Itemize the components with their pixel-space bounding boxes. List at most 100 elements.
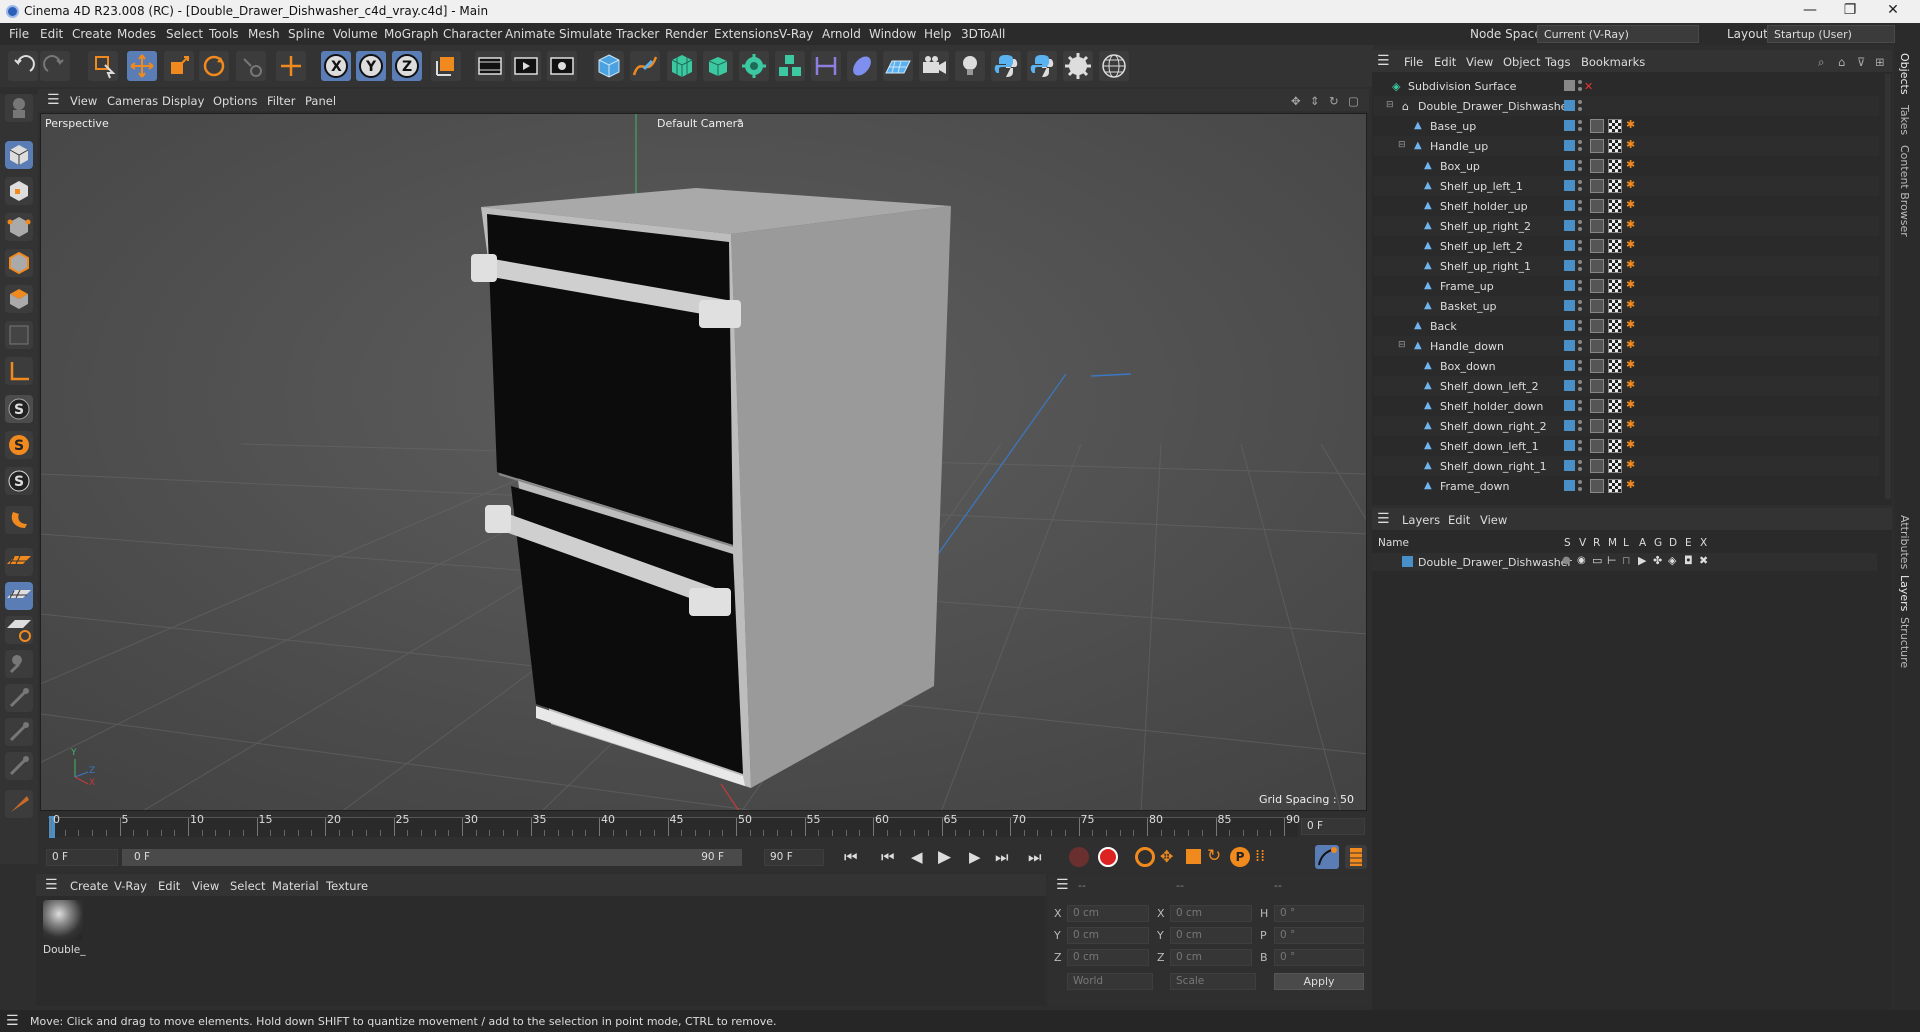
object-row[interactable]: ▲ Frame_down ✱ (1374, 476, 1879, 496)
menu-modes[interactable]: Modes (117, 27, 156, 41)
material-tag-icon[interactable] (1590, 419, 1604, 433)
layer-color-icon[interactable] (1564, 480, 1575, 491)
object-name[interactable]: Frame_down (1440, 480, 1509, 493)
editor-visibility-icon[interactable] (1578, 340, 1582, 344)
smooth-brush-icon[interactable] (5, 752, 33, 780)
object-row[interactable]: ▲ Shelf_holder_up ✱ (1374, 196, 1879, 216)
material-menu-icon[interactable]: ☰ (45, 877, 58, 893)
object-row[interactable]: ▲ Shelf_down_right_2 ✱ (1374, 416, 1879, 436)
texture-tag-icon[interactable] (1608, 159, 1622, 173)
object-search-icon[interactable]: ⌕ (1818, 55, 1824, 70)
subdivision-surface-icon[interactable] (667, 51, 697, 81)
motion-path-icon[interactable] (1315, 845, 1339, 869)
object-name[interactable]: Box_down (1440, 360, 1496, 373)
key-position-icon[interactable]: ✥ (1160, 847, 1173, 866)
object-row[interactable]: ▲ Shelf_holder_down ✱ (1374, 396, 1879, 416)
vray-tag-icon[interactable]: ✱ (1626, 238, 1635, 251)
object-name[interactable]: Shelf_down_right_1 (1440, 460, 1547, 473)
camera-link-icon[interactable]: ⚭ (736, 117, 744, 127)
vray-tag-icon[interactable]: ✱ (1626, 458, 1635, 471)
object-name[interactable]: Handle_down (1430, 340, 1504, 353)
expand-toggle-icon[interactable]: ⊟ (1386, 100, 1394, 110)
material-tag-icon[interactable] (1590, 339, 1604, 353)
editor-visibility-icon[interactable] (1578, 180, 1582, 184)
vray-tag-icon[interactable]: ✱ (1626, 198, 1635, 211)
menu-file[interactable]: File (9, 27, 29, 41)
timeline-settings-icon[interactable] (1345, 845, 1367, 869)
object-menu-edit[interactable]: Edit (1434, 55, 1456, 69)
layer-deformers-icon[interactable]: ◈ (1668, 554, 1676, 567)
object-row[interactable]: ▲ Shelf_down_left_2 ✱ (1374, 376, 1879, 396)
material-menu-edit[interactable]: Edit (158, 879, 180, 893)
vray-tag-icon[interactable]: ✱ (1626, 438, 1635, 451)
material-menu-select[interactable]: Select (230, 879, 265, 893)
texture-tag-icon[interactable] (1608, 279, 1622, 293)
previous-key-icon[interactable]: ⏮ (881, 848, 895, 866)
vray-tag-icon[interactable]: ✱ (1626, 118, 1635, 131)
menu-help[interactable]: Help (924, 27, 951, 41)
viewport-menu-panel[interactable]: Panel (305, 94, 336, 108)
material-tag-icon[interactable] (1590, 299, 1604, 313)
menu-edit[interactable]: Edit (40, 27, 63, 41)
light-object-icon[interactable] (955, 51, 985, 81)
knife-icon[interactable] (5, 790, 33, 818)
layer-row[interactable]: Double_Drawer_Dishwasher ● ◉ ▭ ⊢ ⊓ ▶ ✤ ◈… (1372, 553, 1877, 571)
material-tag-icon[interactable] (1590, 159, 1604, 173)
menu-vray[interactable]: V-Ray (779, 27, 813, 41)
object-name[interactable]: Basket_up (1440, 300, 1497, 313)
object-row[interactable]: ⊟ ▲ Handle_down ✱ (1374, 336, 1879, 356)
key-rotation-icon[interactable]: ↻ (1207, 846, 1221, 866)
scale-model-icon[interactable] (236, 51, 266, 81)
viewport-menu-icon[interactable]: ☰ (47, 92, 60, 108)
workplane-snap-icon[interactable]: S (5, 467, 33, 495)
material-tag-icon[interactable] (1590, 379, 1604, 393)
array-icon[interactable] (775, 51, 805, 81)
size-z-field[interactable]: 0 cm (1170, 949, 1252, 966)
object-name[interactable]: Double_Drawer_Dishwasher (1418, 100, 1572, 113)
render-visibility-icon[interactable] (1578, 267, 1582, 271)
editor-visibility-icon[interactable] (1578, 300, 1582, 304)
object-name[interactable]: Shelf_down_right_2 (1440, 420, 1547, 433)
material-tag-icon[interactable] (1590, 199, 1604, 213)
object-filter-icon[interactable]: ⊽ (1857, 55, 1865, 69)
render-to-picture-viewer-icon[interactable] (511, 51, 541, 81)
vray-tag-icon[interactable]: ✱ (1626, 338, 1635, 351)
object-name[interactable]: Shelf_holder_down (1440, 400, 1543, 413)
x-axis-lock-icon[interactable]: X (321, 51, 351, 81)
layer-expressions-icon[interactable]: ◘ (1684, 554, 1693, 567)
vray-tag-icon[interactable]: ✱ (1626, 298, 1635, 311)
menu-spline[interactable]: Spline (288, 27, 325, 41)
object-row[interactable]: ⊟ ▲ Handle_up ✱ (1374, 136, 1879, 156)
size-x-field[interactable]: 0 cm (1170, 905, 1252, 922)
texture-tag-icon[interactable] (1608, 119, 1622, 133)
viewport-menu-cameras[interactable]: Cameras (107, 94, 158, 108)
object-new-window-icon[interactable]: ⊞ (1875, 55, 1885, 69)
menu-character[interactable]: Character (443, 27, 502, 41)
vray-tag-icon[interactable]: ✱ (1626, 398, 1635, 411)
layer-color-icon[interactable] (1564, 280, 1575, 291)
render-visibility-icon[interactable] (1578, 87, 1582, 91)
dishwasher-model[interactable] (471, 188, 951, 788)
coordinate-system-dropdown[interactable]: World (1067, 973, 1153, 990)
render-visibility-icon[interactable] (1578, 487, 1582, 491)
texture-tag-icon[interactable] (1608, 219, 1622, 233)
material-thumbnail[interactable] (43, 900, 83, 940)
tab-objects[interactable]: Objects (1898, 53, 1911, 95)
menu-render[interactable]: Render (665, 27, 708, 41)
cube-object-icon[interactable] (594, 51, 624, 81)
layer-manager-icon[interactable]: ⊢ (1607, 554, 1617, 567)
material-tag-icon[interactable] (1590, 259, 1604, 273)
play-icon[interactable]: ▶ (938, 847, 951, 867)
object-name[interactable]: Shelf_down_left_1 (1440, 440, 1539, 453)
texture-tag-icon[interactable] (1608, 379, 1622, 393)
paint-tool-icon[interactable] (5, 650, 33, 678)
menu-volume[interactable]: Volume (333, 27, 378, 41)
brush-icon[interactable] (5, 718, 33, 746)
texture-tag-icon[interactable] (1608, 339, 1622, 353)
object-name[interactable]: Shelf_up_left_1 (1440, 180, 1523, 193)
menu-tracker[interactable]: Tracker (616, 27, 659, 41)
render-visibility-icon[interactable] (1578, 107, 1582, 111)
object-row[interactable]: ▲ Frame_up ✱ (1374, 276, 1879, 296)
points-mode-icon[interactable] (5, 213, 33, 241)
editor-visibility-icon[interactable] (1578, 280, 1582, 284)
